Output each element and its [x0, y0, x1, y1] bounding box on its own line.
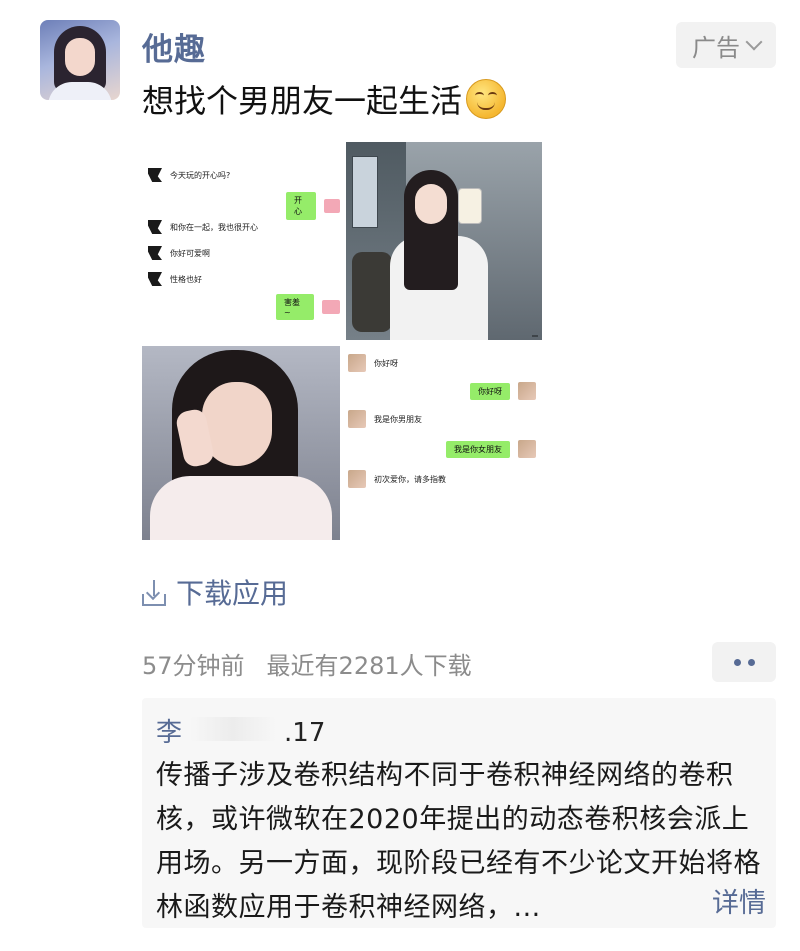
- image-tile-chat-1[interactable]: 今天玩的开心吗? 开心 和你在一起，我也很开心 你好可爱啊 性格也好 害羞~: [142, 144, 340, 340]
- chat-message: 今天玩的开心吗?: [170, 170, 231, 180]
- dot-icon: [747, 658, 755, 666]
- post-text: 想找个男朋友一起生活: [142, 76, 507, 122]
- image-watermark: [532, 335, 538, 337]
- chevron-down-icon: [745, 33, 763, 51]
- chat-avatar-icon: [348, 354, 366, 372]
- chat-row: 初次爱你，请多指教: [348, 470, 446, 488]
- more-options-button[interactable]: [712, 642, 776, 682]
- comment-box: 李 .17 传播子涉及卷积结构不同于卷积神经网络的卷积核，或许微软在2020年提…: [142, 698, 776, 928]
- chat-message: 你好可爱啊: [170, 248, 210, 258]
- dot-icon: [733, 658, 741, 666]
- phone-icon: [458, 188, 482, 224]
- download-app-link[interactable]: 下载应用: [142, 572, 288, 612]
- chat-row: 开心: [286, 192, 340, 220]
- chat-message: 我是你男朋友: [374, 414, 422, 424]
- chat-avatar-icon: [348, 470, 366, 488]
- chat-row: 和你在一起，我也很开心: [148, 220, 258, 234]
- chat-message: 性格也好: [170, 274, 202, 284]
- chat-avatar-icon: [148, 220, 162, 234]
- ad-label-button[interactable]: 广告: [676, 22, 776, 68]
- post-time: 57分钟前: [142, 652, 245, 680]
- chat-row: 你好呀: [470, 382, 536, 400]
- chat-avatar-icon: [348, 410, 366, 428]
- chat-bubble-green: 你好呀: [470, 382, 510, 400]
- chat-message: 你好呀: [374, 358, 398, 368]
- avatar-face: [65, 38, 95, 76]
- comment-header: 李 .17: [156, 712, 325, 749]
- chat-message: 和你在一起，我也很开心: [170, 222, 258, 232]
- download-count: 最近有2281人下载: [266, 652, 472, 680]
- jacket: [150, 476, 332, 540]
- post-text-content: 想找个男朋友一起生活: [142, 82, 463, 120]
- chat-row: 害羞~: [276, 294, 340, 320]
- avatar[interactable]: [40, 20, 120, 100]
- image-tile-elevator-selfie[interactable]: [346, 142, 542, 340]
- image-tile-peace-sign[interactable]: [142, 346, 340, 540]
- image-tile-chat-2[interactable]: 你好呀 你好呀 我是你男朋友 我是你女朋友 初次爱你，请多指教: [346, 346, 542, 540]
- download-app-label: 下载应用: [176, 577, 289, 610]
- commenter-name[interactable]: 李: [156, 712, 182, 749]
- chat-avatar-icon: [518, 440, 536, 458]
- chat-row: 今天玩的开心吗?: [148, 168, 230, 182]
- download-icon: [142, 578, 166, 606]
- chat-message: 初次爱你，请多指教: [374, 474, 446, 484]
- commenter-suffix: .17: [284, 718, 326, 748]
- shy-face-emoji-icon: [466, 79, 507, 119]
- chat-row: 我是你女朋友: [446, 440, 536, 458]
- author-name[interactable]: 他趣: [142, 24, 206, 69]
- chat-bubble-green: 我是你女朋友: [446, 440, 510, 458]
- post-meta: 57分钟前 最近有2281人下载: [142, 646, 472, 681]
- chat-row: 你好可爱啊: [148, 246, 210, 260]
- pig-avatar-icon: [324, 199, 340, 213]
- backpack: [352, 252, 392, 332]
- chat-avatar-icon: [148, 272, 162, 286]
- details-link[interactable]: 详情: [706, 881, 766, 920]
- chat-row: 我是你男朋友: [348, 410, 422, 428]
- pig-avatar-icon: [322, 300, 340, 314]
- face: [415, 184, 447, 224]
- redacted-name: [190, 717, 277, 741]
- ad-label-text: 广告: [692, 33, 740, 62]
- chat-avatar-icon: [148, 246, 162, 260]
- comment-text: 传播子涉及卷积结构不同于卷积神经网络的卷积核，或许微软在2020年提出的动态卷积…: [156, 760, 761, 923]
- chat-row: 性格也好: [148, 272, 202, 286]
- chat-bubble-green: 害羞~: [276, 294, 315, 320]
- chat-avatar-icon: [148, 168, 162, 182]
- chat-row: 你好呀: [348, 354, 398, 372]
- elevator-panel: [352, 156, 378, 228]
- chat-bubble-green: 开心: [286, 192, 317, 220]
- chat-avatar-icon: [518, 382, 536, 400]
